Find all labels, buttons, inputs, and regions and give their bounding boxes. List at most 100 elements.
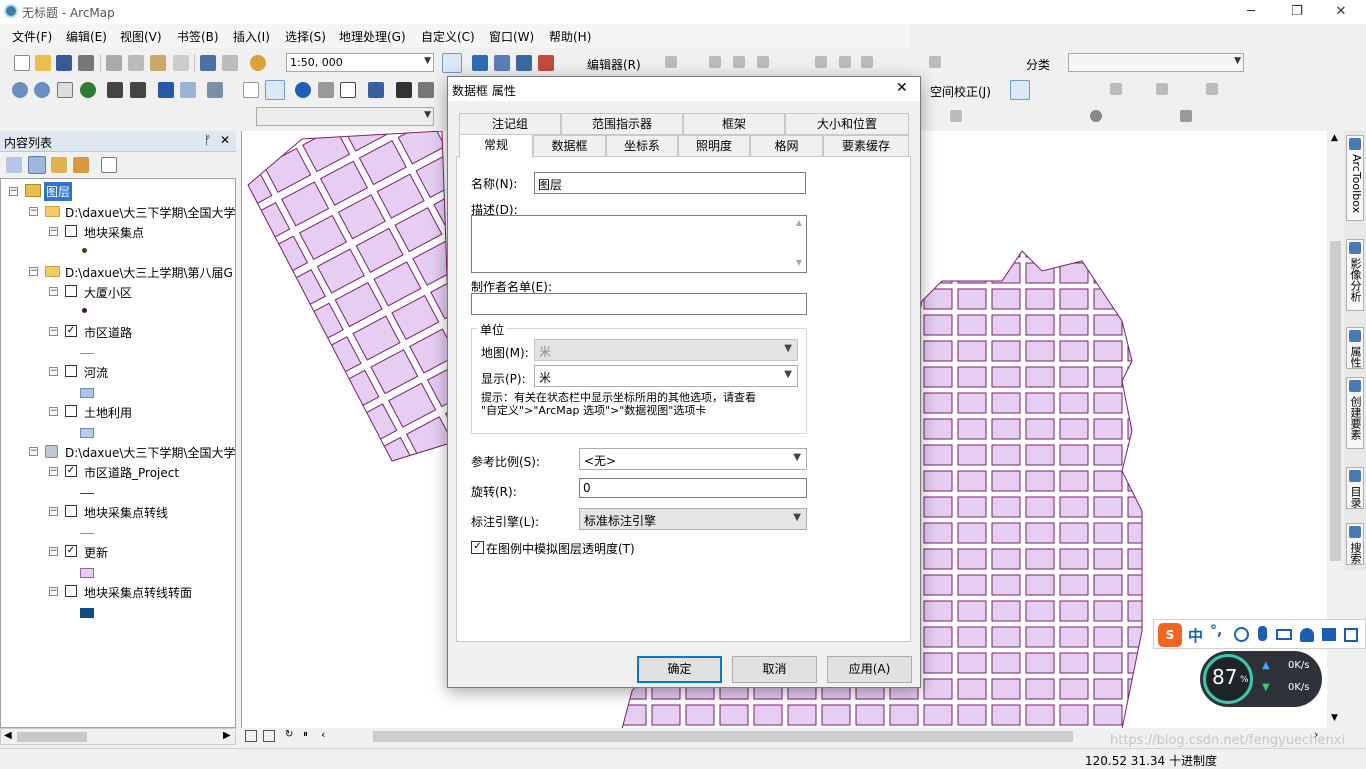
rotate-tool-icon[interactable] [839,56,851,68]
layout-view-icon[interactable] [263,730,275,742]
toc-layer-river[interactable]: 河流 [84,364,108,382]
zoom-in-icon[interactable] [12,82,28,98]
reference-scale-select[interactable]: <无> ▼ [579,448,807,470]
keyboard-icon[interactable] [1276,629,1292,640]
sogou-logo[interactable]: S [1158,623,1182,647]
arc-tool-icon[interactable] [733,56,745,68]
layer-checkbox[interactable] [65,505,77,517]
zoom-out-icon[interactable] [34,82,50,98]
layer-checkbox[interactable] [65,365,77,377]
sketch-tool-icon[interactable] [709,56,721,68]
find-icon[interactable] [396,82,412,98]
toc-group-2[interactable]: D:\daxue\大三上学期\第八届G [65,264,233,282]
collapse-icon[interactable]: − [49,407,58,416]
adjust-select-icon[interactable] [1010,80,1030,100]
tab-data-frame[interactable]: 数据框 [533,135,606,157]
tab-grids[interactable]: 格网 [750,135,823,157]
layer-checkbox-checked[interactable]: ✓ [65,545,77,557]
collapse-icon[interactable]: − [29,447,38,456]
toc-layer-update[interactable]: 更新 [84,544,108,562]
scroll-up-icon[interactable]: ▲ [1331,133,1338,143]
collapse-icon[interactable]: − [49,327,58,336]
html-popup-icon[interactable] [340,82,356,98]
dock-create-features[interactable]: 创建要素 [1346,377,1364,449]
tab-size-position[interactable]: 大小和位置 [785,113,909,135]
add-data-icon[interactable] [250,55,266,71]
menu-windows[interactable]: 窗口(W) [489,28,534,45]
menu-select[interactable]: 选择(S) [285,28,326,45]
dock-arctoolbox[interactable]: ArcToolbox [1346,135,1364,221]
topology-tool-icon[interactable] [950,110,962,122]
sketch-properties-icon[interactable] [929,56,941,68]
back-extent-icon[interactable] [158,82,174,98]
copy-icon[interactable] [128,55,144,71]
undo-icon[interactable] [200,55,216,71]
toc-horizontal-scrollbar[interactable]: ◀ ▶ [0,728,236,745]
split-tool-icon[interactable] [815,56,827,68]
collapse-icon[interactable]: − [29,207,38,216]
tab-feature-cache[interactable]: 要素缓存 [823,135,909,157]
minimize-button[interactable]: ─ [1228,2,1274,22]
full-extent-icon[interactable] [80,82,96,98]
menu-bookmarks[interactable]: 书签(B) [177,28,219,45]
emoji-icon[interactable] [1234,627,1249,642]
save-icon[interactable] [56,55,72,71]
cut-icon[interactable] [106,55,122,71]
grid-tool-icon[interactable] [1180,110,1192,122]
classification-layer-select[interactable]: ▼ [1068,53,1244,72]
refresh-icon[interactable]: ↻ [285,729,293,740]
collapse-icon[interactable]: − [49,547,58,556]
list-by-visibility-icon[interactable] [51,157,67,173]
collapse-icon[interactable]: − [49,367,58,376]
toc-layer-point-to-line[interactable]: 地块采集点转线 [84,504,168,522]
scroll-left-icon[interactable]: ◀ [4,730,12,741]
collapse-icon[interactable]: − [29,267,38,276]
menu-help[interactable]: 帮助(H) [549,28,591,45]
layer-checkbox[interactable] [65,585,77,597]
list-by-source-icon[interactable] [28,156,46,174]
hyperlink-icon[interactable] [318,82,334,98]
toc-layer-landuse[interactable]: 土地利用 [84,404,132,422]
menu-customize[interactable]: 自定义(C) [421,28,475,45]
circle-tool-icon[interactable] [1090,110,1102,122]
delete-icon[interactable] [173,55,189,71]
measure-icon[interactable] [368,82,384,98]
scroll-thumb[interactable] [17,732,87,742]
menu-insert[interactable]: 插入(I) [233,28,270,45]
toc-group-3[interactable]: D:\daxue\大三下学期\全国大学 [65,444,235,462]
trace-tool-icon[interactable] [757,56,769,68]
apply-button[interactable]: 应用(A) [827,656,912,683]
collapse-icon[interactable]: − [49,227,58,236]
tab-extent-indicators[interactable]: 范围指示器 [561,113,683,135]
arctoolbox-icon[interactable] [516,55,532,71]
close-window-button[interactable]: ✕ [1318,2,1364,22]
tab-frame[interactable]: 框架 [683,113,785,135]
tab-coordinate-system[interactable]: 坐标系 [606,135,678,157]
user-icon[interactable] [1300,628,1314,642]
dock-catalog[interactable]: 目录 [1346,467,1364,509]
fixed-zoom-out-icon[interactable] [130,82,146,98]
layer-checkbox[interactable] [65,225,77,237]
attributes-tool-icon[interactable] [861,56,873,68]
toc-layer-dikuai-point[interactable]: 地块采集点 [84,224,144,242]
pause-draw-icon[interactable]: ⏸ [303,729,308,740]
label-engine-select[interactable]: 标准标注引擎 ▼ [579,508,807,530]
catalog-icon[interactable] [472,55,488,71]
menu-view[interactable]: 视图(V) [120,28,162,45]
list-by-drawing-order-icon[interactable] [6,157,22,173]
toolbox-grid-icon[interactable] [1344,628,1358,642]
cancel-button[interactable]: 取消 [732,656,817,683]
collapse-icon[interactable]: − [9,187,18,196]
layer-checkbox[interactable] [65,405,77,417]
layer-checkbox-checked[interactable]: ✓ [65,465,77,477]
edit-tool-icon[interactable] [665,56,677,68]
collapse-icon[interactable]: − [49,587,58,596]
clear-selection-icon[interactable] [243,82,259,98]
layer-checkbox-checked[interactable]: ✓ [65,325,77,337]
display-units-select[interactable]: 米 ▼ [534,365,798,387]
ime-punct-toggle[interactable]: °, [1210,623,1222,639]
select-features-icon[interactable] [207,82,223,98]
toc-group-1[interactable]: D:\daxue\大三下学期\全国大学 [65,204,235,222]
identify-icon[interactable] [295,82,311,98]
scroll-thumb[interactable] [1330,241,1341,561]
